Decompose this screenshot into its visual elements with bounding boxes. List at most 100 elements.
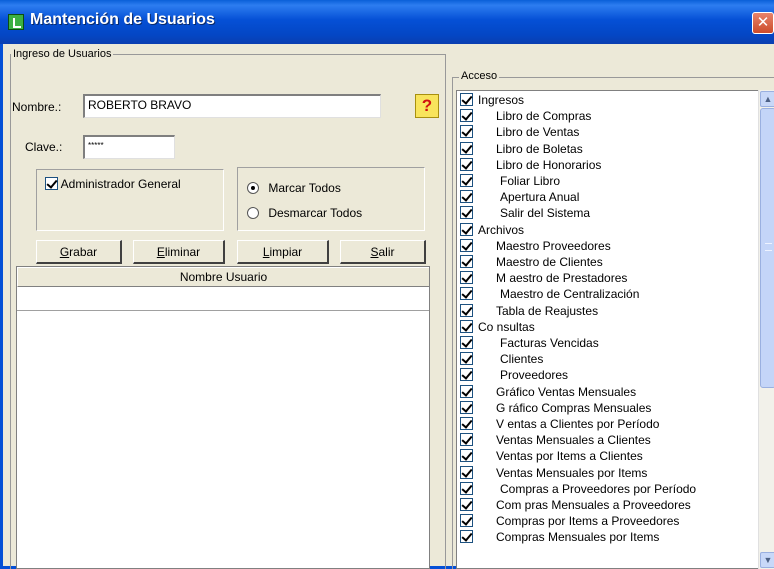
acceso-item[interactable]: Compras Mensuales por Items (460, 530, 659, 546)
acceso-checkbox[interactable] (460, 222, 473, 236)
scroll-thumb[interactable] (760, 108, 774, 388)
acceso-item-label: V entas a Clientes por Período (496, 417, 660, 431)
acceso-item[interactable]: Apertura Anual (460, 190, 579, 206)
radio-desmarcar[interactable] (247, 207, 259, 219)
acceso-item-label: Compras a Proveedores por Período (500, 481, 697, 496)
limpiar-button[interactable]: Limpiar (237, 240, 329, 264)
acceso-item-label: Tabla de Reajustes (496, 303, 599, 318)
admin-label: Administrador General (60, 177, 181, 191)
acceso-checkbox[interactable] (460, 530, 473, 544)
acceso-item[interactable]: Ventas Mensuales por Items (460, 465, 647, 482)
window-title: Mantención de Usuarios (30, 11, 215, 28)
admin-checkbox[interactable] (45, 177, 58, 190)
acceso-item[interactable]: Co nsultas (460, 319, 535, 336)
acceso-checkbox[interactable] (460, 206, 473, 220)
scroll-up-icon[interactable]: ▲ (760, 91, 774, 107)
acceso-item[interactable]: Com pras Mensuales a Proveedores (460, 498, 691, 514)
acceso-item-label: Libro de Boletas (496, 141, 583, 156)
acceso-checkbox[interactable] (460, 125, 473, 139)
acceso-checkbox[interactable] (460, 255, 473, 268)
salir-button[interactable]: Salir (340, 240, 426, 264)
acceso-item[interactable]: Libro de Boletas (460, 141, 583, 158)
acceso-item[interactable]: Libro de Ventas (460, 125, 579, 141)
acceso-item[interactable]: Salir del Sistema (460, 206, 590, 222)
acceso-checkbox[interactable] (460, 271, 473, 285)
acceso-checkbox[interactable] (460, 498, 473, 511)
acceso-item-label: Facturas Vencidas (500, 336, 599, 350)
acceso-item-label: Libro de Honorarios (496, 157, 602, 172)
acceso-item[interactable]: Libro de Compras (460, 109, 591, 125)
acceso-checkbox[interactable] (460, 465, 473, 479)
acceso-item-label: Ingresos (478, 93, 525, 107)
acceso-item[interactable]: Ventas Mensuales a Clientes (460, 433, 651, 449)
radio-marcar-row[interactable]: Marcar Todos (247, 181, 341, 195)
acceso-item-label: Apertura Anual (500, 190, 580, 205)
acceso-checkbox[interactable] (460, 449, 473, 463)
acceso-checkbox[interactable] (460, 336, 473, 349)
close-button[interactable]: ✕ (752, 12, 774, 34)
acceso-item[interactable]: Maestro de Centralización (460, 287, 639, 303)
acceso-item[interactable]: Compras por Items a Proveedores (460, 514, 679, 530)
acceso-item[interactable]: Foliar Libro (460, 174, 560, 190)
acceso-item[interactable]: Libro de Honorarios (460, 157, 602, 174)
acceso-item-label: Com pras Mensuales a Proveedores (496, 498, 691, 512)
acceso-checkbox[interactable] (460, 368, 473, 382)
help-button[interactable]: ? (415, 94, 439, 118)
table-row[interactable] (17, 287, 429, 311)
acceso-item[interactable]: V entas a Clientes por Período (460, 417, 659, 433)
nombre-label: Nombre.: (12, 100, 62, 114)
acceso-item[interactable]: Maestro Proveedores (460, 238, 611, 255)
acceso-checkbox[interactable] (460, 352, 473, 366)
acceso-checkbox[interactable] (460, 417, 473, 430)
acceso-checkbox[interactable] (460, 481, 473, 495)
acceso-scrollbar[interactable]: ▲ ▼ (758, 90, 774, 569)
radio-marcar[interactable] (247, 182, 259, 194)
grabar-button[interactable]: Grabar (36, 240, 122, 264)
acceso-item[interactable]: Tabla de Reajustes (460, 303, 599, 320)
acceso-checkbox[interactable] (460, 93, 473, 106)
acceso-item-label: Gráfico Ventas Mensuales (496, 384, 637, 399)
acceso-item-label: Maestro de Centralización (500, 287, 640, 302)
radio-desmarcar-row[interactable]: Desmarcar Todos (247, 206, 362, 220)
acceso-item[interactable]: Compras a Proveedores por Período (460, 481, 697, 498)
acceso-item[interactable]: Gráfico Ventas Mensuales (460, 384, 637, 401)
nombre-input[interactable]: ROBERTO BRAVO (83, 94, 381, 118)
clave-input[interactable]: ***** (83, 135, 175, 159)
acceso-item-label: Foliar Libro (500, 174, 561, 188)
usuarios-grid[interactable]: Nombre Usuario (16, 266, 430, 569)
acceso-item[interactable]: Maestro de Clientes (460, 255, 603, 271)
acceso-list[interactable]: Ingresos Libro de Compras Libro de Ventas L… (456, 90, 774, 569)
title-bar[interactable]: Mantención de Usuarios ✕ (0, 0, 774, 44)
acceso-checkbox[interactable] (460, 303, 473, 317)
acceso-checkbox[interactable] (460, 514, 473, 528)
acceso-checkbox[interactable] (460, 287, 473, 301)
acceso-checkbox[interactable] (460, 157, 473, 171)
acceso-item-label: Co nsultas (478, 319, 535, 334)
acceso-item[interactable]: Facturas Vencidas (460, 336, 599, 352)
acceso-item[interactable]: Ventas por Items a Clientes (460, 449, 643, 465)
acceso-checkbox[interactable] (460, 174, 473, 187)
acceso-checkbox[interactable] (460, 141, 473, 155)
acceso-checkbox[interactable] (460, 319, 473, 333)
acceso-checkbox[interactable] (460, 109, 473, 123)
acceso-item[interactable]: Archivos (460, 222, 524, 239)
scroll-down-icon[interactable]: ▼ (760, 552, 774, 568)
acceso-item[interactable]: Proveedores (460, 368, 568, 384)
acceso-item-label: M aestro de Prestadores (496, 271, 628, 286)
acceso-checkbox[interactable] (460, 190, 473, 204)
admin-checkbox-row[interactable]: Administrador General (45, 177, 181, 191)
acceso-checkbox[interactable] (460, 433, 473, 447)
acceso-item-label: Compras Mensuales por Items (496, 530, 660, 545)
acceso-item[interactable]: Clientes (460, 352, 543, 368)
acceso-item-label: Salir del Sistema (500, 206, 591, 221)
app-icon (8, 14, 24, 30)
acceso-item[interactable]: Ingresos (460, 93, 524, 109)
eliminar-button[interactable]: Eliminar (133, 240, 225, 264)
grid-header-nombre-usuario[interactable]: Nombre Usuario (17, 267, 429, 287)
acceso-checkbox[interactable] (460, 238, 473, 252)
acceso-legend: Acceso (459, 70, 500, 82)
acceso-item[interactable]: M aestro de Prestadores (460, 271, 627, 287)
acceso-checkbox[interactable] (460, 384, 473, 398)
acceso-item[interactable]: G ráfico Compras Mensuales (460, 400, 651, 417)
acceso-checkbox[interactable] (460, 400, 473, 414)
